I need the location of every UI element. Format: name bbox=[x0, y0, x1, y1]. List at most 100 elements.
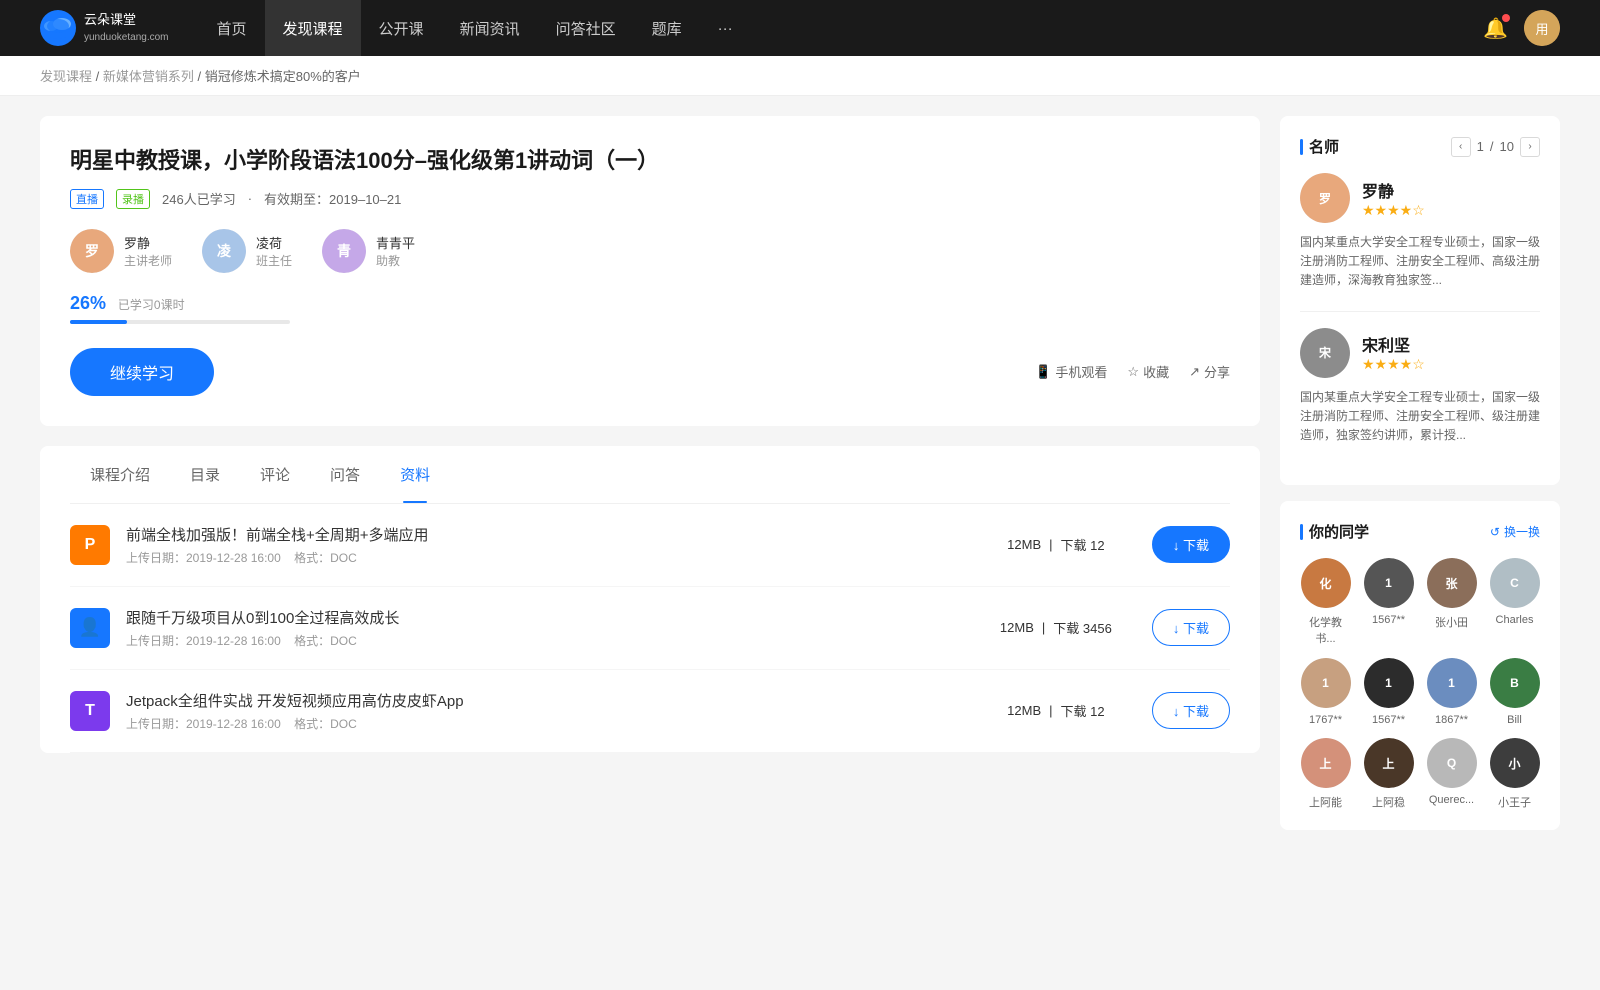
teacher-desc-0: 国内某重点大学安全工程专业硕士，国家一级注册消防工程师、注册安全工程师、高级注册… bbox=[1300, 233, 1540, 291]
nav-right: 🔔 用 bbox=[1483, 10, 1560, 46]
teachers-page-nav: ‹ 1 / 10 › bbox=[1451, 137, 1540, 157]
instructor-name-1: 凌荷 bbox=[256, 233, 292, 252]
classmate-5[interactable]: 1 1567** bbox=[1363, 658, 1414, 726]
progress-bar-bg bbox=[70, 320, 290, 324]
classmate-2[interactable]: 张 张小田 bbox=[1426, 558, 1477, 646]
star-icon: ☆ bbox=[1127, 364, 1139, 380]
teachers-page-current: 1 bbox=[1477, 139, 1484, 154]
instructors: 罗 罗静 主讲老师 凌 凌荷 班主任 bbox=[70, 229, 1230, 273]
classmate-4[interactable]: 1 1767** bbox=[1300, 658, 1351, 726]
nav-qa[interactable]: 问答社区 bbox=[538, 0, 634, 56]
resource-name-1: 跟随千万级项目从0到100全过程高效成长 bbox=[126, 607, 960, 628]
tag-record: 录播 bbox=[116, 189, 150, 209]
classmate-3[interactable]: C Charles bbox=[1489, 558, 1540, 646]
download-button-2[interactable]: ↓ 下载 bbox=[1152, 692, 1230, 729]
tag-live: 直播 bbox=[70, 189, 104, 209]
notification-bell[interactable]: 🔔 bbox=[1483, 16, 1508, 41]
content-area: 明星中教授课，小学阶段语法100分–强化级第1讲动词（一） 直播 录播 246人… bbox=[40, 116, 1260, 846]
tab-catalog[interactable]: 目录 bbox=[170, 446, 240, 503]
teacher-avatar-0: 罗 bbox=[1300, 173, 1350, 223]
logo-icon bbox=[40, 10, 76, 46]
resource-stats-0: 12MB | 下载 12 bbox=[976, 535, 1136, 554]
classmate-1[interactable]: 1 1567** bbox=[1363, 558, 1414, 646]
instructor-avatar-0: 罗 bbox=[70, 229, 114, 273]
instructor-role-0: 主讲老师 bbox=[124, 252, 172, 269]
resource-meta-1: 上传日期：2019-12-28 16:00 格式：DOC bbox=[126, 632, 960, 649]
progress-pct: 26% bbox=[70, 293, 106, 313]
resource-meta-0: 上传日期：2019-12-28 16:00 格式：DOC bbox=[126, 549, 960, 566]
resource-icon-2: T bbox=[70, 691, 110, 731]
main-layout: 明星中教授课，小学阶段语法100分–强化级第1讲动词（一） 直播 录播 246人… bbox=[0, 96, 1600, 866]
nav-items: 首页 发现课程 公开课 新闻资讯 问答社区 题库 ··· bbox=[199, 0, 1484, 56]
navbar: 云朵课堂yunduoketang.com 首页 发现课程 公开课 新闻资讯 问答… bbox=[0, 0, 1600, 56]
nav-news[interactable]: 新闻资讯 bbox=[442, 0, 538, 56]
breadcrumb-link-1[interactable]: 发现课程 bbox=[40, 69, 92, 84]
user-avatar-nav[interactable]: 用 bbox=[1524, 10, 1560, 46]
resource-name-0: 前端全栈加强版！前端全栈+全周期+多端应用 bbox=[126, 524, 960, 545]
resource-size-2: 12MB bbox=[1007, 703, 1041, 718]
progress-bar-fill bbox=[70, 320, 127, 324]
classmate-7[interactable]: B Bill bbox=[1489, 658, 1540, 726]
course-meta: 直播 录播 246人已学习 · 有效期至：2019–10–21 bbox=[70, 189, 1230, 209]
breadcrumb: 发现课程 / 新媒体营销系列 / 销冠修炼术搞定80%的客户 bbox=[0, 56, 1600, 96]
nav-quiz[interactable]: 题库 bbox=[634, 0, 700, 56]
logo[interactable]: 云朵课堂yunduoketang.com bbox=[40, 10, 169, 46]
course-actions: 继续学习 📱 手机观看 ☆ 收藏 ↗ 分享 bbox=[70, 348, 1230, 396]
nav-open[interactable]: 公开课 bbox=[361, 0, 442, 56]
refresh-icon: ↺ bbox=[1490, 525, 1500, 539]
classmate-6[interactable]: 1 1867** bbox=[1426, 658, 1477, 726]
classmate-8[interactable]: 上 上阿能 bbox=[1300, 738, 1351, 810]
teacher-name-0: 罗静 bbox=[1362, 178, 1425, 202]
mobile-watch-button[interactable]: 📱 手机观看 bbox=[1035, 362, 1107, 381]
resource-list: P 前端全栈加强版！前端全栈+全周期+多端应用 上传日期：2019-12-28 … bbox=[70, 504, 1230, 753]
download-button-1[interactable]: ↓ 下载 bbox=[1152, 609, 1230, 646]
resource-size-0: 12MB bbox=[1007, 537, 1041, 552]
teachers-prev-btn[interactable]: ‹ bbox=[1451, 137, 1471, 157]
teachers-page-total: 10 bbox=[1500, 139, 1514, 154]
instructor-0: 罗 罗静 主讲老师 bbox=[70, 229, 172, 273]
resource-icon-0: P bbox=[70, 525, 110, 565]
progress-section: 26% 已学习0课时 bbox=[70, 293, 1230, 324]
classmate-11[interactable]: 小 小王子 bbox=[1489, 738, 1540, 810]
teachers-panel-title: 名师 ‹ 1 / 10 › bbox=[1300, 136, 1540, 157]
tab-review[interactable]: 评论 bbox=[240, 446, 310, 503]
breadcrumb-current: 销冠修炼术搞定80%的客户 bbox=[205, 69, 361, 84]
classmates-panel-title: 你的同学 ↺ 换一换 bbox=[1300, 521, 1540, 542]
expire-date: 有效期至：2019–10–21 bbox=[264, 189, 401, 208]
resource-downloads-0: 下载 12 bbox=[1061, 535, 1105, 554]
nav-discover[interactable]: 发现课程 bbox=[265, 0, 361, 56]
classmate-10[interactable]: Q Querec... bbox=[1426, 738, 1477, 810]
nav-more[interactable]: ··· bbox=[700, 0, 751, 56]
instructor-role-2: 助教 bbox=[376, 252, 415, 269]
resource-item-1: 👤 跟随千万级项目从0到100全过程高效成长 上传日期：2019-12-28 1… bbox=[70, 587, 1230, 670]
share-button[interactable]: ↗ 分享 bbox=[1189, 362, 1230, 381]
resource-stats-1: 12MB | 下载 3456 bbox=[976, 618, 1136, 637]
collect-button[interactable]: ☆ 收藏 bbox=[1127, 362, 1169, 381]
download-button-0[interactable]: ↓ 下载 bbox=[1152, 526, 1230, 563]
resource-downloads-1: 下载 3456 bbox=[1053, 618, 1112, 637]
tab-resources[interactable]: 资料 bbox=[380, 446, 450, 503]
course-header-card: 明星中教授课，小学阶段语法100分–强化级第1讲动词（一） 直播 录播 246人… bbox=[40, 116, 1260, 426]
share-icon: ↗ bbox=[1189, 364, 1200, 380]
teachers-next-btn[interactable]: › bbox=[1520, 137, 1540, 157]
resource-info-1: 跟随千万级项目从0到100全过程高效成长 上传日期：2019-12-28 16:… bbox=[126, 607, 960, 649]
tab-intro[interactable]: 课程介绍 bbox=[70, 446, 170, 503]
action-buttons: 📱 手机观看 ☆ 收藏 ↗ 分享 bbox=[1035, 362, 1230, 381]
resource-info-0: 前端全栈加强版！前端全栈+全周期+多端应用 上传日期：2019-12-28 16… bbox=[126, 524, 960, 566]
classmate-0[interactable]: 化 化学教书... bbox=[1300, 558, 1351, 646]
tab-qa[interactable]: 问答 bbox=[310, 446, 380, 503]
teacher-desc-1: 国内某重点大学安全工程专业硕士，国家一级注册消防工程师、注册安全工程师、级注册建… bbox=[1300, 388, 1540, 446]
sidebar: 名师 ‹ 1 / 10 › 罗 罗静 bbox=[1280, 116, 1560, 846]
nav-home[interactable]: 首页 bbox=[199, 0, 265, 56]
continue-button[interactable]: 继续学习 bbox=[70, 348, 214, 396]
instructor-avatar-1: 凌 bbox=[202, 229, 246, 273]
classmate-9[interactable]: 上 上阿稳 bbox=[1363, 738, 1414, 810]
instructor-role-1: 班主任 bbox=[256, 252, 292, 269]
classmates-refresh-btn[interactable]: ↺ 换一换 bbox=[1490, 523, 1540, 540]
resource-size-1: 12MB bbox=[1000, 620, 1034, 635]
teachers-panel: 名师 ‹ 1 / 10 › 罗 罗静 bbox=[1280, 116, 1560, 485]
logo-text: 云朵课堂yunduoketang.com bbox=[84, 12, 169, 44]
teacher-item-1: 宋 宋利坚 ★★★★☆ 国内某重点大学安全工程专业硕士，国家一级注册消防工程师、… bbox=[1300, 328, 1540, 446]
breadcrumb-link-2[interactable]: 新媒体营销系列 bbox=[103, 69, 194, 84]
teacher-avatar-1: 宋 bbox=[1300, 328, 1350, 378]
